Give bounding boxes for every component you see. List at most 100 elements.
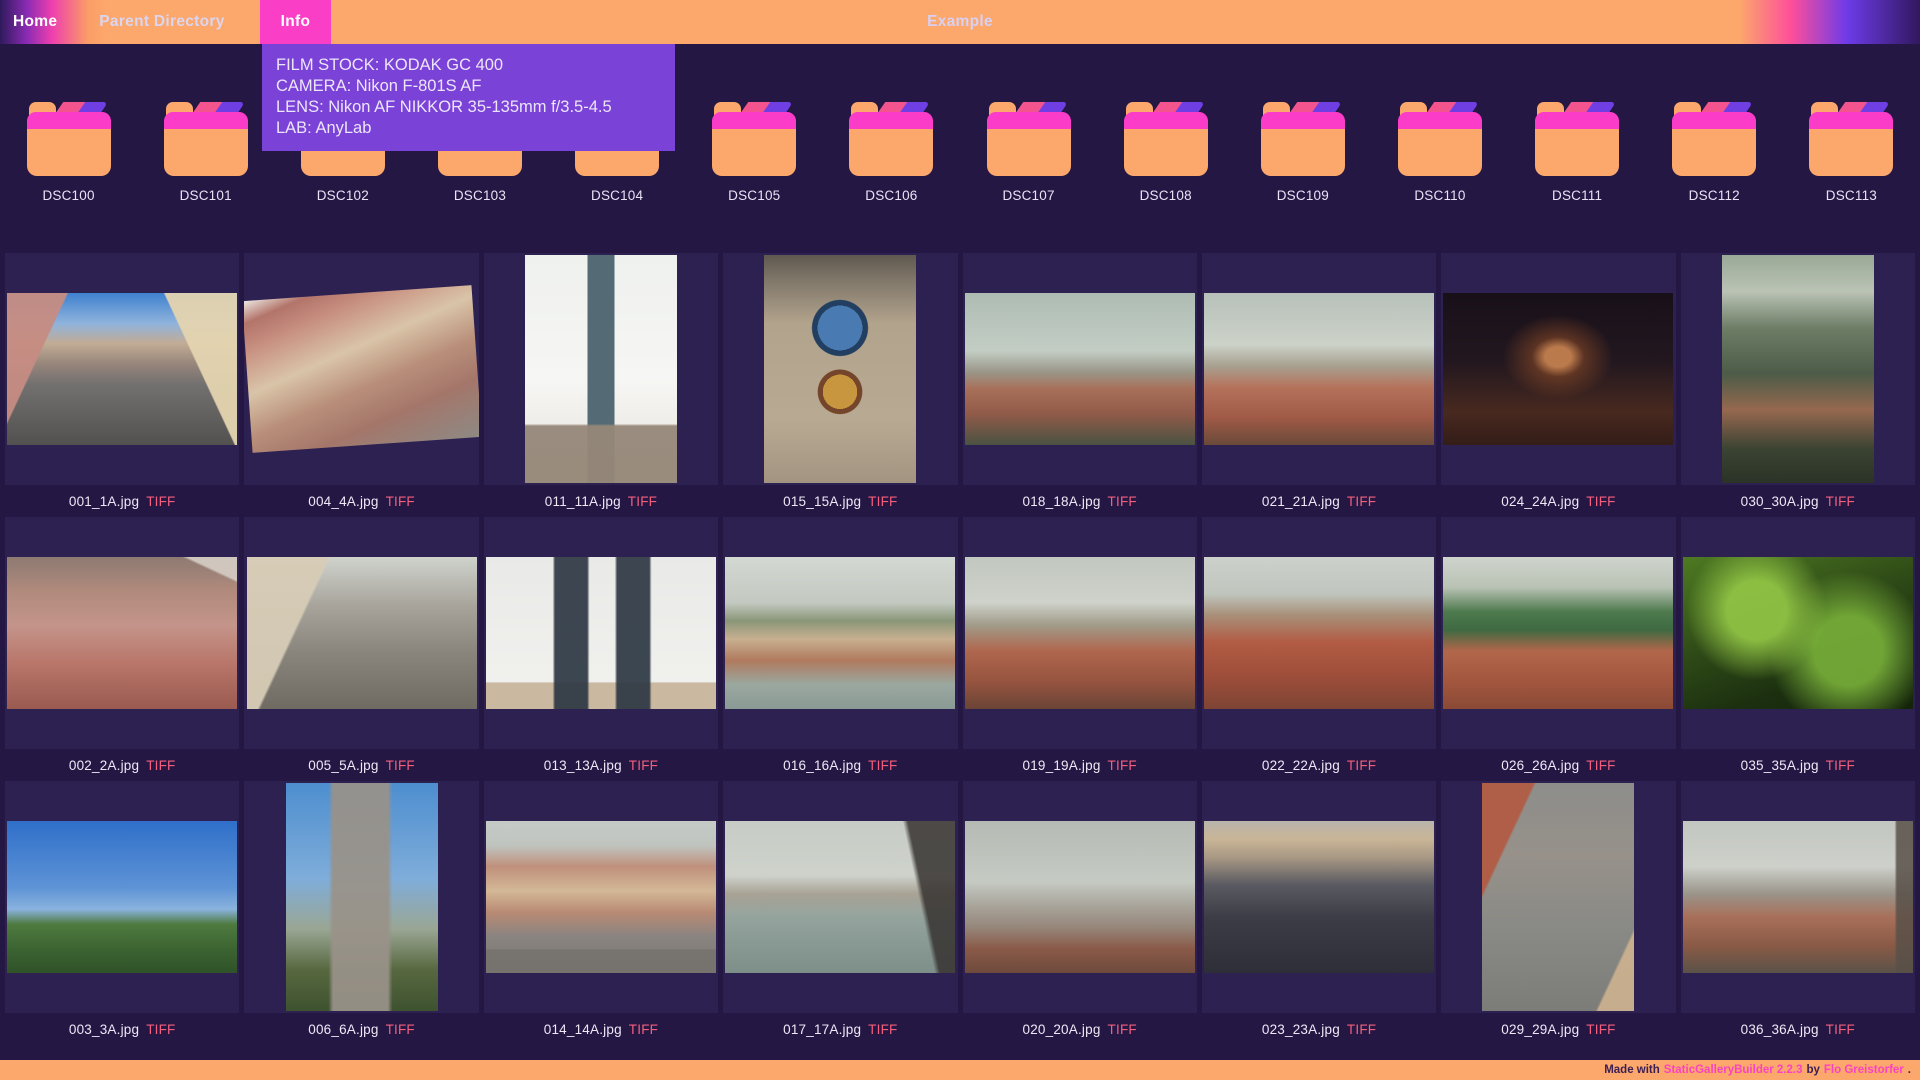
gallery-item[interactable]: 005_5A.jpg TIFF [244,517,478,781]
photo-tile[interactable] [5,253,239,485]
photo-tile[interactable] [1441,781,1675,1013]
photo-thumbnail[interactable] [486,821,716,973]
photo-thumbnail[interactable] [1443,557,1673,709]
photo-tile[interactable] [1202,253,1436,485]
photo-thumbnail[interactable] [764,255,916,483]
photo-tile[interactable] [1202,781,1436,1013]
photo-format-badge[interactable]: TIFF [1586,1022,1615,1037]
folder-item-dsc100[interactable]: DSC100 [27,102,111,203]
gallery-item[interactable]: 015_15A.jpg TIFF [723,253,957,517]
photo-tile[interactable] [244,517,478,749]
gallery-item[interactable]: 036_36A.jpg TIFF [1681,781,1915,1045]
photo-format-badge[interactable]: TIFF [629,1022,658,1037]
folder-item-dsc110[interactable]: DSC110 [1398,102,1482,203]
photo-tile[interactable] [1441,253,1675,485]
photo-tile[interactable] [5,517,239,749]
photo-tile[interactable] [723,253,957,485]
folder-item-dsc107[interactable]: DSC107 [987,102,1071,203]
photo-tile[interactable] [963,781,1197,1013]
folder-item-dsc108[interactable]: DSC108 [1124,102,1208,203]
gallery-item[interactable]: 023_23A.jpg TIFF [1202,781,1436,1045]
photo-tile[interactable] [244,781,478,1013]
gallery-item[interactable]: 026_26A.jpg TIFF [1441,517,1675,781]
photo-thumbnail[interactable] [1482,783,1634,1011]
photo-tile[interactable] [1441,517,1675,749]
photo-format-badge[interactable]: TIFF [1108,494,1137,509]
photo-thumbnail[interactable] [965,293,1195,445]
folder-item-dsc106[interactable]: DSC106 [849,102,933,203]
photo-format-badge[interactable]: TIFF [146,758,175,773]
photo-thumbnail[interactable] [965,557,1195,709]
photo-format-badge[interactable]: TIFF [1826,1022,1855,1037]
photo-thumbnail[interactable] [725,821,955,973]
photo-tile[interactable] [1681,781,1915,1013]
gallery-item[interactable]: 029_29A.jpg TIFF [1441,781,1675,1045]
gallery-item[interactable]: 001_1A.jpg TIFF [5,253,239,517]
photo-tile[interactable] [723,781,957,1013]
photo-tile[interactable] [963,517,1197,749]
gallery-item[interactable]: 014_14A.jpg TIFF [484,781,718,1045]
gallery-item[interactable]: 011_11A.jpg TIFF [484,253,718,517]
photo-thumbnail[interactable] [1683,821,1913,973]
gallery-item[interactable]: 017_17A.jpg TIFF [723,781,957,1045]
photo-format-badge[interactable]: TIFF [1586,494,1615,509]
photo-tile[interactable] [484,517,718,749]
photo-format-badge[interactable]: TIFF [1347,494,1376,509]
photo-format-badge[interactable]: TIFF [146,1022,175,1037]
photo-tile[interactable] [723,517,957,749]
gallery-item[interactable]: 004_4A.jpg TIFF [244,253,478,517]
folder-item-dsc112[interactable]: DSC112 [1672,102,1756,203]
photo-tile[interactable] [1681,517,1915,749]
photo-format-badge[interactable]: TIFF [1826,494,1855,509]
gallery-item[interactable]: 022_22A.jpg TIFF [1202,517,1436,781]
photo-thumbnail[interactable] [525,255,677,483]
photo-format-badge[interactable]: TIFF [868,494,897,509]
photo-format-badge[interactable]: TIFF [1347,1022,1376,1037]
photo-thumbnail[interactable] [725,557,955,709]
photo-format-badge[interactable]: TIFF [628,494,657,509]
photo-format-badge[interactable]: TIFF [146,494,175,509]
photo-format-badge[interactable]: TIFF [868,758,897,773]
photo-format-badge[interactable]: TIFF [629,758,658,773]
photo-tile[interactable] [484,253,718,485]
photo-thumbnail[interactable] [1204,557,1434,709]
photo-tile[interactable] [484,781,718,1013]
photo-tile[interactable] [963,253,1197,485]
photo-thumbnail[interactable] [286,783,438,1011]
gallery-item[interactable]: 018_18A.jpg TIFF [963,253,1197,517]
gallery-item[interactable]: 002_2A.jpg TIFF [5,517,239,781]
gallery-item[interactable]: 006_6A.jpg TIFF [244,781,478,1045]
photo-thumbnail[interactable] [1443,293,1673,445]
photo-thumbnail[interactable] [486,557,716,709]
folder-item-dsc113[interactable]: DSC113 [1809,102,1893,203]
photo-thumbnail[interactable] [1204,821,1434,973]
photo-format-badge[interactable]: TIFF [386,758,415,773]
photo-thumbnail[interactable] [7,821,237,973]
photo-thumbnail[interactable] [7,293,237,445]
photo-thumbnail[interactable] [1204,293,1434,445]
photo-thumbnail[interactable] [1683,557,1913,709]
gallery-item[interactable]: 020_20A.jpg TIFF [963,781,1197,1045]
photo-thumbnail[interactable] [1722,255,1874,483]
photo-thumbnail[interactable] [7,557,237,709]
photo-format-badge[interactable]: TIFF [386,1022,415,1037]
gallery-item[interactable]: 035_35A.jpg TIFF [1681,517,1915,781]
photo-tile[interactable] [5,781,239,1013]
photo-format-badge[interactable]: TIFF [1826,758,1855,773]
gallery-item[interactable]: 003_3A.jpg TIFF [5,781,239,1045]
photo-thumbnail[interactable] [247,557,477,709]
folder-item-dsc101[interactable]: DSC101 [164,102,248,203]
photo-format-badge[interactable]: TIFF [1347,758,1376,773]
gallery-item[interactable]: 016_16A.jpg TIFF [723,517,957,781]
photo-tile[interactable] [1202,517,1436,749]
photo-format-badge[interactable]: TIFF [1108,1022,1137,1037]
gallery-item[interactable]: 030_30A.jpg TIFF [1681,253,1915,517]
gallery-item[interactable]: 019_19A.jpg TIFF [963,517,1197,781]
folder-item-dsc109[interactable]: DSC109 [1261,102,1345,203]
nav-item-parent-directory[interactable]: Parent Directory [78,0,245,44]
nav-item-home[interactable]: Home [0,0,78,44]
photo-format-badge[interactable]: TIFF [1586,758,1615,773]
nav-item-info[interactable]: Info [260,0,332,44]
photo-format-badge[interactable]: TIFF [868,1022,897,1037]
photo-thumbnail[interactable] [965,821,1195,973]
